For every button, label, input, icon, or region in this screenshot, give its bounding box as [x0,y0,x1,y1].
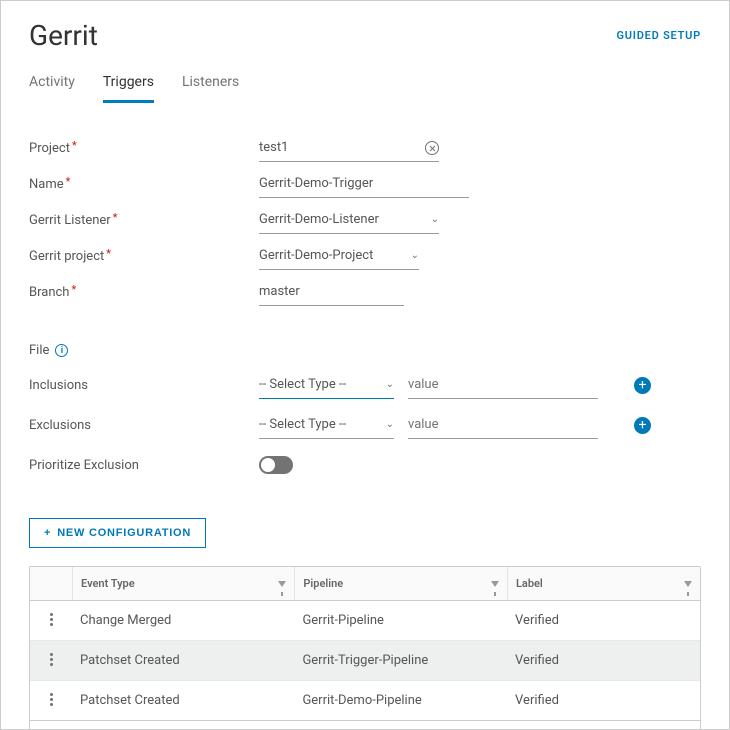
new-configuration-button[interactable]: + NEW CONFIGURATION [29,518,206,548]
cell-label: Verified [507,601,700,640]
table-row[interactable]: Patchset CreatedGerrit-Demo-PipelineVeri… [30,680,700,720]
col-label[interactable]: Label [516,577,543,590]
filter-icon[interactable] [684,581,692,587]
inclusions-label: Inclusions [29,378,259,393]
cell-label: Verified [507,681,700,720]
info-icon[interactable]: i [55,344,68,357]
cell-event-type: Patchset Created [72,641,294,680]
add-exclusion-button[interactable]: + [634,417,651,434]
row-actions-button[interactable] [38,653,64,666]
tab-activity[interactable]: Activity [29,68,75,103]
file-section-label: File [29,343,49,358]
project-field[interactable]: test1 [259,134,439,162]
exclusions-label: Exclusions [29,418,259,433]
cell-pipeline: Gerrit-Demo-Pipeline [294,681,507,720]
gerrit-project-label: Gerrit project* [29,249,259,264]
table-row[interactable]: Patchset CreatedGerrit-Trigger-PipelineV… [30,640,700,680]
exclusions-value-input[interactable]: value [408,411,598,439]
col-event-type[interactable]: Event Type [81,577,135,590]
listener-label: Gerrit Listener* [29,213,259,228]
cell-event-type: Change Merged [72,601,294,640]
chevron-down-icon: ⌄ [380,379,394,390]
inclusions-type-select[interactable]: -- Select Type -- ⌄ [259,371,394,399]
exclusions-type-select[interactable]: -- Select Type -- ⌄ [259,411,394,439]
branch-label: Branch* [29,285,259,300]
cell-pipeline: Gerrit-Pipeline [294,601,507,640]
prioritize-exclusion-toggle[interactable] [259,456,293,474]
table-row[interactable]: Change MergedGerrit-PipelineVerified [30,601,700,640]
listener-select[interactable]: Gerrit-Demo-Listener ⌄ [259,206,439,234]
add-inclusion-button[interactable]: + [634,377,651,394]
chevron-down-icon: ⌄ [380,419,394,430]
configurations-table: Event Type Pipeline Label Change MergedG… [29,566,701,730]
page-title: Gerrit [29,19,98,52]
col-pipeline[interactable]: Pipeline [303,577,343,590]
filter-icon[interactable] [278,581,286,587]
tab-bar: Activity Triggers Listeners [29,68,701,103]
cell-event-type: Patchset Created [72,681,294,720]
tab-listeners[interactable]: Listeners [182,68,239,103]
gerrit-project-select[interactable]: Gerrit-Demo-Project ⌄ [259,242,419,270]
table-footer: 3 configurations [30,720,700,730]
prioritize-exclusion-label: Prioritize Exclusion [29,458,259,473]
name-field[interactable]: Gerrit-Demo-Trigger [259,170,469,198]
cell-pipeline: Gerrit-Trigger-Pipeline [294,641,507,680]
cell-label: Verified [507,641,700,680]
plus-icon: + [44,527,51,539]
row-actions-button[interactable] [38,613,64,626]
tab-triggers[interactable]: Triggers [103,68,154,103]
inclusions-value-input[interactable]: value [408,371,598,399]
branch-field[interactable]: master [259,278,404,306]
project-label: Project* [29,141,259,156]
row-actions-button[interactable] [38,693,64,706]
filter-icon[interactable] [491,581,499,587]
guided-setup-link[interactable]: GUIDED SETUP [617,19,701,42]
clear-icon[interactable] [425,141,439,155]
name-label: Name* [29,177,259,192]
chevron-down-icon: ⌄ [425,214,439,225]
chevron-down-icon: ⌄ [405,250,419,261]
